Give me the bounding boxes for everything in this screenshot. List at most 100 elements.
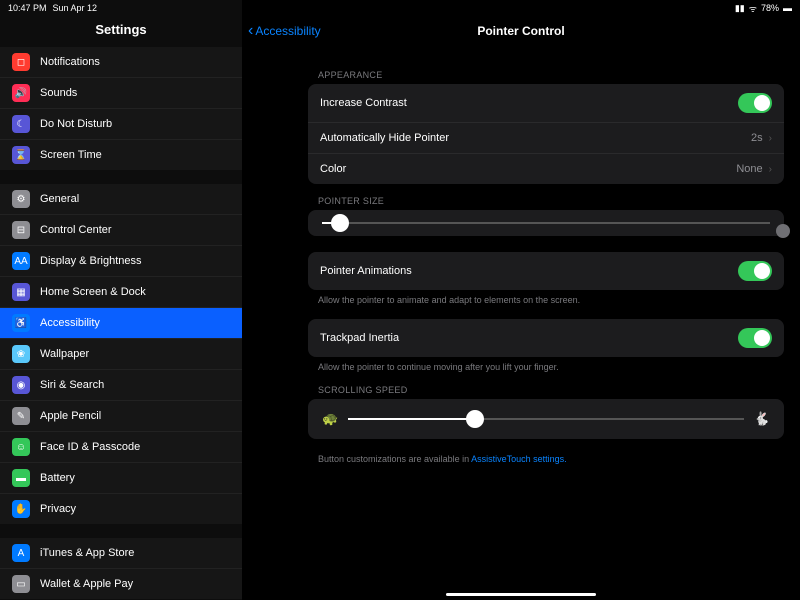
battery-percent: 78% xyxy=(761,3,779,13)
back-label: Accessibility xyxy=(255,24,320,38)
signal-icon: ▮▮ xyxy=(735,3,745,14)
sidebar-item-control-center[interactable]: ⊟ Control Center xyxy=(0,215,242,246)
sidebar-item-general[interactable]: ⚙General xyxy=(0,184,242,215)
sidebar-item-wallpaper[interactable]: ❀ Wallpaper xyxy=(0,339,242,370)
trackpad-inertia-note: Allow the pointer to continue moving aft… xyxy=(318,361,784,374)
sidebar-item-home-screen-dock[interactable]: ▦ Home Screen & Dock xyxy=(0,277,242,308)
sidebar-item-label: Face ID & Passcode xyxy=(40,441,140,453)
status-time: 10:47 PM xyxy=(8,3,47,13)
page-title: Pointer Control xyxy=(477,24,564,38)
row-trackpad-inertia[interactable]: Trackpad Inertia xyxy=(308,319,784,357)
sounds-icon: 🔊 xyxy=(12,84,30,102)
scrolling-speed-card: 🐢 🐇 xyxy=(308,399,784,439)
sidebar-item-label: Battery xyxy=(40,472,75,484)
general-icon: ⚙ xyxy=(12,190,30,208)
accessibility-icon: ♿ xyxy=(12,314,30,332)
status-date: Sun Apr 12 xyxy=(53,3,98,13)
sidebar-item-label: Privacy xyxy=(40,503,76,515)
trackpad-inertia-card: Trackpad Inertia xyxy=(308,319,784,357)
sidebar-item-label: Apple Pencil xyxy=(40,410,101,422)
sidebar-item-notifications[interactable]: ◻Notifications xyxy=(0,47,242,78)
toggle-pointer-animations[interactable] xyxy=(738,261,772,281)
privacy-icon: ✋ xyxy=(12,500,30,518)
toggle-increase-contrast[interactable] xyxy=(738,93,772,113)
back-button[interactable]: ‹ Accessibility xyxy=(248,22,321,40)
chevron-right-icon: › xyxy=(769,133,772,144)
sidebar-item-label: Siri & Search xyxy=(40,379,104,391)
appearance-card: Increase Contrast Automatically Hide Poi… xyxy=(308,84,784,184)
row-label: Color xyxy=(320,163,346,175)
row-color[interactable]: Color None › xyxy=(308,154,784,184)
settings-sidebar: Settings ◻Notifications🔊Sounds☾Do Not Di… xyxy=(0,0,242,600)
chevron-left-icon: ‹ xyxy=(248,22,253,40)
screen-time-icon: ⌛ xyxy=(12,146,30,164)
nav-bar: ‹ Accessibility Pointer Control xyxy=(242,18,800,44)
wallpaper-icon: ❀ xyxy=(12,345,30,363)
button-customization-note: Button customizations are available in A… xyxy=(318,453,784,466)
row-label: Increase Contrast xyxy=(320,97,407,109)
section-header-appearance: APPEARANCE xyxy=(318,70,784,80)
section-header-pointer-size: POINTER SIZE xyxy=(318,196,784,206)
hare-icon: 🐇 xyxy=(754,411,770,427)
tortoise-icon: 🐢 xyxy=(322,411,338,427)
sidebar-item-privacy[interactable]: ✋ Privacy xyxy=(0,494,242,524)
sidebar-item-label: iTunes & App Store xyxy=(40,547,134,559)
sidebar-item-wallet-apple-pay[interactable]: ▭ Wallet & Apple Pay xyxy=(0,569,242,599)
apple-pencil-icon: ✎ xyxy=(12,407,30,425)
control-center-icon: ⊟ xyxy=(12,221,30,239)
home-screen-dock-icon: ▦ xyxy=(12,283,30,301)
row-label: Pointer Animations xyxy=(320,265,412,277)
display-brightness-icon: AA xyxy=(12,252,30,270)
sidebar-item-itunes-app-store[interactable]: AiTunes & App Store xyxy=(0,538,242,569)
sidebar-item-label: Control Center xyxy=(40,224,112,236)
battery-icon: ▬ xyxy=(12,469,30,487)
sidebar-item-do-not-disturb[interactable]: ☾ Do Not Disturb xyxy=(0,109,242,140)
row-autohide-pointer[interactable]: Automatically Hide Pointer 2s › xyxy=(308,123,784,154)
home-indicator[interactable] xyxy=(446,593,596,596)
pointer-size-slider[interactable] xyxy=(322,222,770,224)
sidebar-item-label: Display & Brightness xyxy=(40,255,142,267)
wallet-apple-pay-icon: ▭ xyxy=(12,575,30,593)
scrolling-speed-slider[interactable] xyxy=(348,418,744,420)
sidebar-item-label: Wallpaper xyxy=(40,348,89,360)
itunes-app-store-icon: A xyxy=(12,544,30,562)
face-id-passcode-icon: ☺ xyxy=(12,438,30,456)
sidebar-item-label: Do Not Disturb xyxy=(40,118,112,130)
status-bar: 10:47 PM Sun Apr 12 ▮▮ ᯤ 78% ▬ xyxy=(0,0,800,16)
sidebar-item-label: Screen Time xyxy=(40,149,102,161)
sidebar-item-face-id-passcode[interactable]: ☺ Face ID & Passcode xyxy=(0,432,242,463)
notifications-icon: ◻ xyxy=(12,53,30,71)
row-increase-contrast[interactable]: Increase Contrast xyxy=(308,84,784,123)
sidebar-item-label: Accessibility xyxy=(40,317,100,329)
sidebar-item-label: Home Screen & Dock xyxy=(40,286,146,298)
sidebar-item-accessibility[interactable]: ♿ Accessibility xyxy=(0,308,242,339)
assistivetouch-link[interactable]: AssistiveTouch settings. xyxy=(471,454,567,464)
pointer-animations-card: Pointer Animations xyxy=(308,252,784,290)
toggle-trackpad-inertia[interactable] xyxy=(738,328,772,348)
row-pointer-animations[interactable]: Pointer Animations xyxy=(308,252,784,290)
sidebar-item-label: Sounds xyxy=(40,87,77,99)
row-label: Automatically Hide Pointer xyxy=(320,132,449,144)
battery-icon: ▬ xyxy=(783,3,792,13)
pointer-cursor-indicator xyxy=(776,224,790,238)
sidebar-item-siri-search[interactable]: ◉ Siri & Search xyxy=(0,370,242,401)
sidebar-item-label: Wallet & Apple Pay xyxy=(40,578,133,590)
slider-thumb[interactable] xyxy=(466,410,484,428)
pointer-size-card xyxy=(308,210,784,236)
row-value: 2s xyxy=(751,132,763,144)
detail-pane: ‹ Accessibility Pointer Control APPEARAN… xyxy=(242,0,800,600)
sidebar-item-sounds[interactable]: 🔊 Sounds xyxy=(0,78,242,109)
wifi-icon: ᯤ xyxy=(749,2,757,15)
sidebar-item-display-brightness[interactable]: AA Display & Brightness xyxy=(0,246,242,277)
slider-thumb[interactable] xyxy=(331,214,349,232)
do-not-disturb-icon: ☾ xyxy=(12,115,30,133)
sidebar-item-screen-time[interactable]: ⌛ Screen Time xyxy=(0,140,242,170)
row-value: None xyxy=(736,163,762,175)
sidebar-item-battery[interactable]: ▬ Battery xyxy=(0,463,242,494)
pointer-animations-note: Allow the pointer to animate and adapt t… xyxy=(318,294,784,307)
row-label: Trackpad Inertia xyxy=(320,332,399,344)
chevron-right-icon: › xyxy=(769,164,772,175)
sidebar-item-apple-pencil[interactable]: ✎ Apple Pencil xyxy=(0,401,242,432)
siri-search-icon: ◉ xyxy=(12,376,30,394)
section-header-scrolling-speed: SCROLLING SPEED xyxy=(318,385,784,395)
